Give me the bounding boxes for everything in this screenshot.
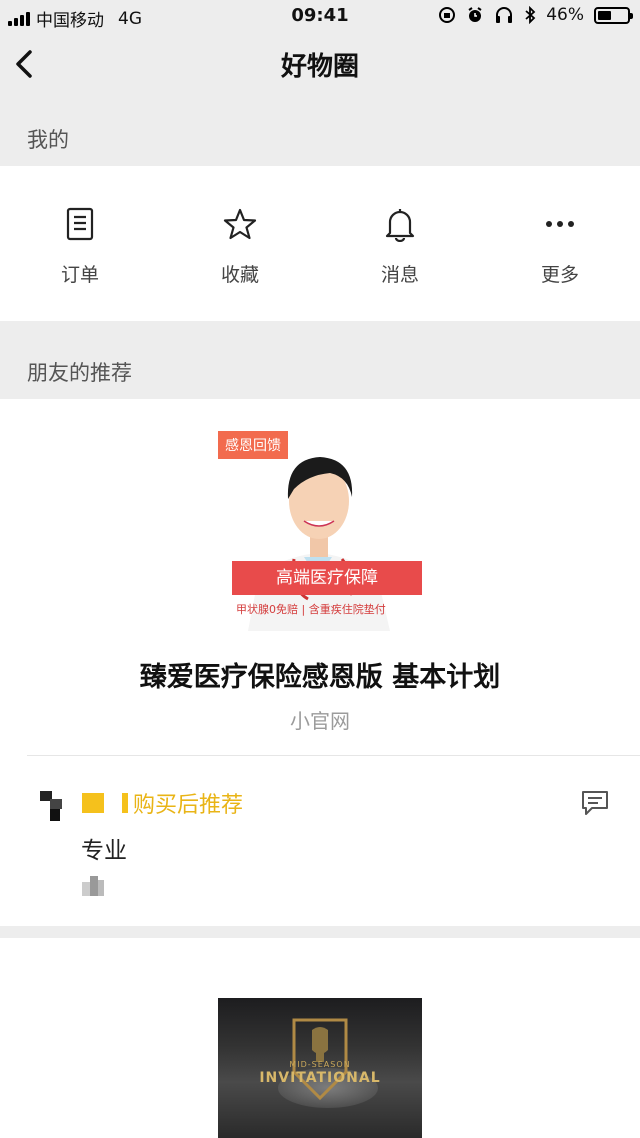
shortcut-orders[interactable]: 订单 <box>0 166 160 321</box>
status-right: 46% <box>438 5 633 25</box>
product-title[interactable]: 臻爱医疗保险感恩版 基本计划 <box>0 655 640 694</box>
divider <box>27 755 640 756</box>
shortcut-label: 更多 <box>540 264 579 286</box>
rotation-lock-icon <box>439 7 456 23</box>
back-arrow-icon[interactable] <box>10 46 40 82</box>
bell-icon <box>385 209 415 242</box>
battery-icon <box>594 6 633 24</box>
shortcut-label: 订单 <box>60 264 99 286</box>
headphones-icon <box>496 7 513 23</box>
product-image[interactable]: 感恩回馈 高端医疗保障 甲状腺0免赔 | 含重疾住院垫付 <box>218 429 424 631</box>
more-dots-icon <box>546 221 574 227</box>
section-label-mine: 我的 <box>27 128 69 152</box>
recommendation-label: 购买后推荐 <box>133 793 244 818</box>
section-label-friends: 朋友的推荐 <box>27 361 132 385</box>
recommendation-card-2[interactable]: MID-SEASON INVITATIONAL <box>0 938 640 1138</box>
nickname-blurred-tail <box>122 793 128 813</box>
recommendation-card[interactable]: 感恩回馈 高端医疗保障 甲状腺0免赔 | 含重疾住院垫付 臻爱医疗保险感恩版 基… <box>0 399 640 926</box>
promo-tag: 感恩回馈 <box>218 431 288 459</box>
mine-shortcuts: 订单 收藏 消息 更多 <box>0 166 640 321</box>
avatar[interactable] <box>40 791 62 823</box>
shortcut-label: 收藏 <box>220 264 259 286</box>
shortcut-more[interactable]: 更多 <box>480 166 640 321</box>
shortcut-messages[interactable]: 消息 <box>320 166 480 321</box>
alarm-icon <box>468 7 482 22</box>
event-title: INVITATIONAL <box>259 1070 381 1086</box>
shortcut-label: 消息 <box>380 264 419 286</box>
promo-banner: 高端医疗保障 <box>232 561 422 595</box>
page-title: 好物圈 <box>280 52 359 82</box>
shortcut-favorites[interactable]: 收藏 <box>160 166 320 321</box>
navigation-bar: 好物圈 <box>0 34 640 94</box>
promo-subtext: 甲状腺0免赔 | 含重疾住院垫付 <box>236 603 386 616</box>
status-bar: 中国移动 4G 09:41 46% <box>0 0 640 34</box>
star-icon <box>223 208 257 240</box>
blurred-thumbnail <box>82 876 104 896</box>
battery-percent: 46% <box>546 5 584 25</box>
order-list-icon <box>66 207 94 241</box>
trophy-emblem-icon <box>292 1018 348 1101</box>
bluetooth-icon <box>525 6 536 24</box>
event-image[interactable]: MID-SEASON INVITATIONAL <box>218 998 422 1138</box>
comment-icon[interactable] <box>580 789 610 817</box>
product-source[interactable]: 小官网 <box>0 705 640 734</box>
event-subtitle: MID-SEASON <box>289 1060 351 1069</box>
recommendation-text: 专业 <box>81 838 127 864</box>
nickname-blurred <box>82 793 104 813</box>
